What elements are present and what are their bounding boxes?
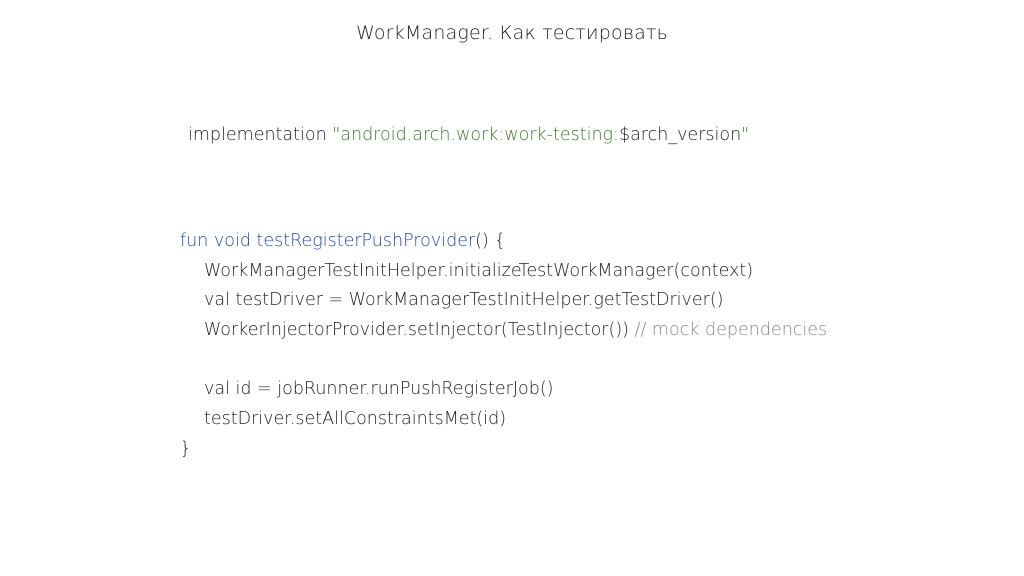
code-line-1: fun void testRegisterPushProvider() { <box>180 227 827 257</box>
function-signature: fun void testRegisterPushProvider <box>180 231 476 251</box>
dependency-string-close: " <box>741 125 750 145</box>
code-line-2: WorkManagerTestInitHelper.initializeTest… <box>204 260 754 281</box>
slide-title: WorkManager. Как тестировать <box>355 22 669 44</box>
code-statement: WorkerInjectorProvider.setInjector(TestI… <box>204 320 635 341</box>
function-open-brace: () { <box>475 231 506 251</box>
slide: WorkManager. Как тестировать implementat… <box>0 0 1024 576</box>
dependency-line: implementation "android.arch.work:work-t… <box>188 125 749 145</box>
code-comment: // mock dependencies <box>634 320 828 341</box>
dependency-prefix: implementation <box>188 125 333 145</box>
dependency-string: "android.arch.work:work-testing: <box>332 125 619 145</box>
code-line-8: } <box>180 438 192 459</box>
dependency-variable: $arch_version <box>618 125 742 145</box>
code-line-3: val testDriver = WorkManagerTestInitHelp… <box>204 290 724 311</box>
code-line-7: testDriver.setAllConstraintsMet(id) <box>204 409 507 430</box>
code-block: fun void testRegisterPushProvider() { Wo… <box>180 227 827 465</box>
code-line-6: val id = jobRunner.runPushRegisterJob() <box>204 379 554 400</box>
code-line-4: WorkerInjectorProvider.setInjector(TestI… <box>180 316 827 346</box>
